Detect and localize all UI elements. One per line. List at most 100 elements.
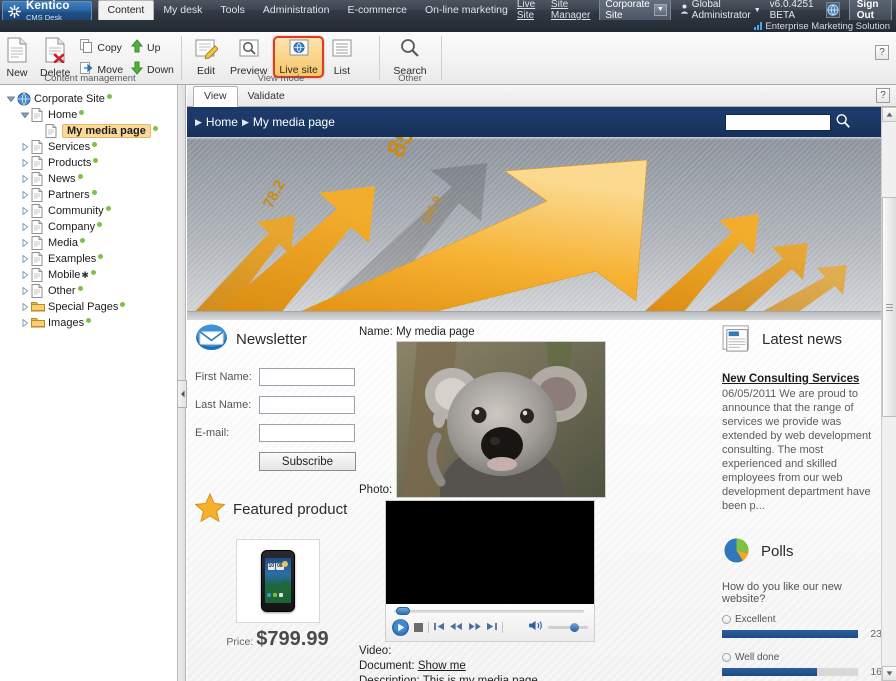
page-icon <box>31 268 46 282</box>
expander-expand-icon[interactable] <box>18 157 31 169</box>
skip-back-icon[interactable] <box>434 622 445 633</box>
tree-node-corporate-site[interactable]: Corporate Site <box>4 91 177 107</box>
expander-collapse-icon[interactable] <box>4 93 17 105</box>
play-icon[interactable] <box>392 619 409 636</box>
page-body: Newsletter First Name: Last Name: E-mail… <box>187 320 881 681</box>
list-button[interactable]: List <box>324 36 360 78</box>
media-name-label: Name: <box>359 326 393 338</box>
skip-forward-icon[interactable] <box>486 622 497 633</box>
poll-result-well-done: 16 <box>722 666 881 678</box>
site-search-input[interactable] <box>725 114 831 131</box>
tree-node-community[interactable]: Community <box>4 203 177 219</box>
tab-view[interactable]: View <box>193 86 238 107</box>
volume-handle[interactable] <box>570 622 579 632</box>
first-name-input[interactable] <box>259 368 355 386</box>
expander-expand-icon[interactable] <box>18 301 31 313</box>
expander-expand-icon[interactable] <box>18 269 31 281</box>
expander-expand-icon[interactable] <box>18 173 31 185</box>
volume-control <box>529 620 588 634</box>
site-manager-link[interactable]: Site Manager <box>551 0 590 21</box>
nav-tab-ecommerce[interactable]: E-commerce <box>338 1 416 20</box>
tree-node-media[interactable]: Media <box>4 235 177 251</box>
email-input[interactable] <box>259 424 355 442</box>
expander-expand-icon[interactable] <box>18 205 31 217</box>
featured-product-image[interactable]: 10 08 <box>235 539 320 623</box>
latest-news-title: Latest news <box>762 331 843 348</box>
volume-icon[interactable] <box>529 620 543 634</box>
media-document-label: Document: <box>359 660 415 672</box>
scrollbar-thumb[interactable] <box>882 197 896 417</box>
nav-tab-online-marketing[interactable]: On-line marketing <box>416 1 517 20</box>
copy-button[interactable]: Copy <box>76 38 127 57</box>
scroll-up-button[interactable] <box>882 107 896 122</box>
tree-node-my-media-page[interactable]: My media page <box>4 123 177 139</box>
nav-tab-my-desk[interactable]: My desk <box>154 1 211 20</box>
koala-photo[interactable] <box>396 341 607 498</box>
new-document-icon <box>6 37 28 66</box>
viewport-scrollbar[interactable] <box>881 107 896 681</box>
globe-icon[interactable] <box>825 2 840 18</box>
expander-expand-icon[interactable] <box>18 237 31 249</box>
tree-node-products[interactable]: Products <box>4 155 177 171</box>
stop-icon[interactable] <box>414 623 423 632</box>
expander-expand-icon[interactable] <box>18 189 31 201</box>
nav-tab-content[interactable]: Content <box>97 0 155 20</box>
seek-bar[interactable] <box>394 607 584 615</box>
tree-node-home[interactable]: Home <box>4 107 177 123</box>
expander-expand-icon[interactable] <box>18 141 31 153</box>
collapse-tree-panel-handle[interactable] <box>178 380 187 408</box>
tab-validate[interactable]: Validate <box>238 87 295 106</box>
breadcrumb-item-current[interactable]: My media page <box>253 115 335 129</box>
news-headline-link[interactable]: New Consulting Services <box>722 373 881 385</box>
fast-forward-icon[interactable] <box>468 622 481 633</box>
pie-chart-icon <box>722 535 753 567</box>
live-site-button[interactable]: Live site <box>273 36 324 78</box>
subscribe-button[interactable]: Subscribe <box>259 452 356 471</box>
tree-node-special-pages[interactable]: Special Pages <box>4 299 177 315</box>
last-name-input[interactable] <box>259 396 355 414</box>
tree-node-examples[interactable]: Examples <box>4 251 177 267</box>
expander-expand-icon[interactable] <box>18 221 31 233</box>
poll-option-excellent[interactable]: Excellent <box>722 614 881 625</box>
phone-screen: 10 08 <box>264 558 291 603</box>
tree-node-news[interactable]: News <box>4 171 177 187</box>
live-site-link[interactable]: Live Site <box>517 0 542 21</box>
expander-expand-icon[interactable] <box>18 285 31 297</box>
ribbon-group-view-mode: Edit Preview Live site List View mode <box>188 32 374 85</box>
move-up-button[interactable]: Up <box>127 38 178 57</box>
expander-collapse-icon[interactable] <box>18 109 31 121</box>
edit-button[interactable]: Edit <box>188 36 224 78</box>
tree-node-other[interactable]: Other <box>4 283 177 299</box>
tree-node-partners[interactable]: Partners <box>4 187 177 203</box>
tree-node-mobile[interactable]: Mobile ✱ <box>4 267 177 283</box>
tree-node-services[interactable]: Services <box>4 139 177 155</box>
tree-node-images[interactable]: Images <box>4 315 177 331</box>
radio-icon[interactable] <box>722 653 731 662</box>
expander-expand-icon[interactable] <box>18 253 31 265</box>
document-show-me-link[interactable]: Show me <box>418 660 466 672</box>
current-user[interactable]: Global Administrator ▼ <box>680 0 761 21</box>
scroll-down-button[interactable] <box>882 666 896 681</box>
seek-handle[interactable] <box>396 607 410 615</box>
expander-expand-icon[interactable] <box>18 317 31 329</box>
arrow-up-icon <box>130 39 144 56</box>
volume-slider[interactable] <box>548 622 588 632</box>
ribbon-help-button[interactable]: ? <box>875 45 889 60</box>
poll-bar <box>722 668 858 676</box>
radio-icon[interactable] <box>722 615 731 624</box>
nav-tab-tools[interactable]: Tools <box>211 1 254 20</box>
chevron-up-icon <box>886 112 893 117</box>
growth-arrows-graphic <box>187 159 847 320</box>
media-name-value: My media page <box>396 326 475 338</box>
video-surface[interactable] <box>385 500 595 604</box>
pane-help-button[interactable]: ? <box>876 88 890 103</box>
breadcrumb-item-home[interactable]: Home <box>206 115 238 129</box>
search-button[interactable]: Search <box>387 36 432 78</box>
kentico-logo[interactable]: Kentico CMS Desk <box>2 0 92 21</box>
preview-button[interactable]: Preview <box>224 36 273 78</box>
rewind-icon[interactable] <box>450 622 463 633</box>
tree-node-company[interactable]: Company <box>4 219 177 235</box>
search-magnifier-icon[interactable] <box>835 113 851 132</box>
nav-tab-administration[interactable]: Administration <box>254 1 339 20</box>
poll-option-well-done[interactable]: Well done <box>722 652 881 663</box>
